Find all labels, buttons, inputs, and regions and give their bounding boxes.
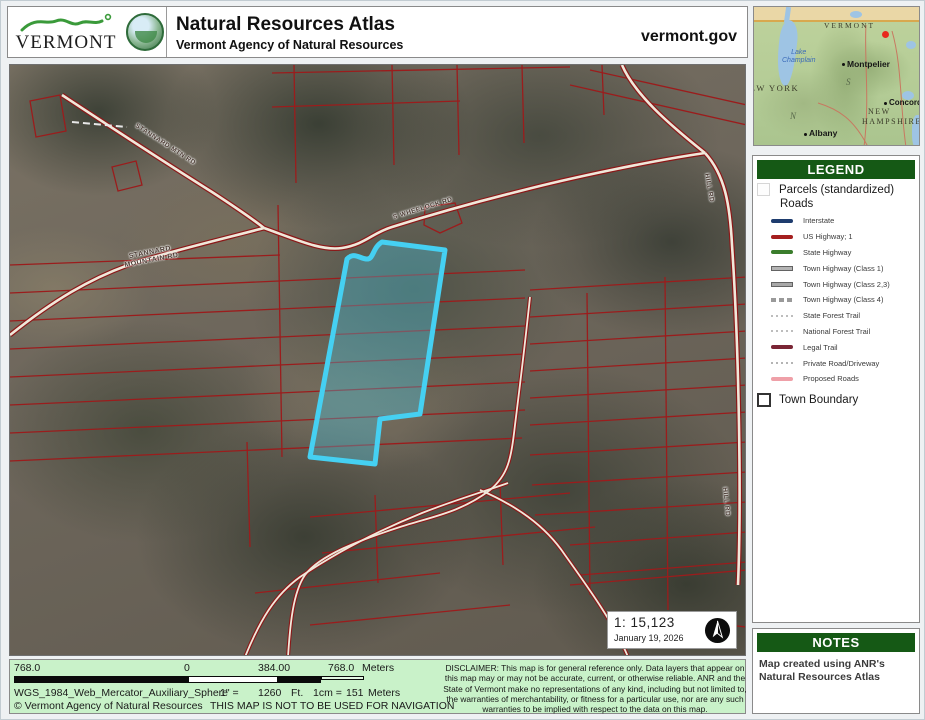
legend-road-item: Legal Trail [753,339,919,355]
green-mountains-icon [20,13,112,32]
inset-vermont-label: VERMONT [824,21,876,30]
scalebar-right-value: 768.0 [328,662,355,674]
legend-title: LEGEND [757,160,915,179]
road-item-label: Proposed Roads [803,374,859,384]
cm-scale-label: 1cm = [313,687,342,699]
concord-dot [884,102,887,105]
town-boundary-label: Town Boundary [779,393,859,406]
inset-lake-champlain-label: Lake Champlain [782,49,816,64]
highlighted-parcel [307,239,448,467]
scalebar-mid-value: 384.00 [258,662,291,674]
notes-title: NOTES [757,633,915,652]
cm-scale-unit: Meters [368,687,401,699]
copyright-label: © Vermont Agency of Natural Resources [14,700,203,712]
albany-dot [804,133,807,136]
legend-road-item: State Forest Trail [753,308,919,324]
inset-montpelier-label: Montpelier [847,59,890,69]
scalebar-segment-3 [278,676,321,683]
legend-road-item: Town Highway (Class 1) [753,260,919,276]
road-item-label: Interstate [803,216,835,226]
page-subtitle: Vermont Agency of Natural Resources [176,38,404,52]
inset-albany-label: Albany [809,128,838,138]
scalebar-segment-4 [321,676,364,680]
mountains-letter: S [846,77,851,87]
header-bar: VERMONT Natural Resources Atlas Vermont … [7,6,748,58]
legend-road-item: Interstate [753,213,919,229]
projection-label: WGS_1984_Web_Mercator_Auxiliary_Sphere [14,687,228,699]
inch-scale-label: 1" = [220,687,239,699]
scale-info-box: 1: 15,123 January 19, 2026 [607,611,737,649]
road-style-swatch [771,330,793,333]
montpelier-dot [842,63,845,66]
anr-globe-logo-icon [126,13,164,51]
north-arrow-icon [704,617,731,644]
legend-road-list: Interstate US Highway; 1 State Highway Town… [753,213,919,387]
roads-group-label: Roads [780,198,814,210]
legend-panel: LEGEND Parcels (standardized) Roads Inte… [752,155,920,623]
inch-scale-value: 1260 [258,687,282,699]
header-divider [166,7,167,57]
vermont-logo-text: VERMONT [15,32,117,53]
navigation-warning: THIS MAP IS NOT TO BE USED FOR NAVIGATIO… [210,700,455,712]
legend-road-item: State Highway [753,245,919,261]
road-item-label: Town Highway (Class 1) [803,263,884,273]
legend-road-item: National Forest Trail [753,324,919,340]
scalebar-segment-2 [188,676,278,683]
footer-bar: 768.0 0 384.00 768.0 Meters WGS_1984_Web… [9,659,747,715]
road-style-swatch [771,314,793,317]
inset-new-york-label: NEW YORK [754,83,800,93]
vermont-logo: VERMONT [14,10,118,56]
legend-road-item: US Highway; 1 [753,229,919,245]
scalebar-zero-value: 0 [184,662,190,674]
legend-road-item: Town Highway (Class 2,3) [753,276,919,292]
notes-body: Map created using ANR's Natural Resource… [759,658,885,684]
inset-concord-label: Concord [889,98,920,107]
inch-scale-unit: Ft. [291,687,304,699]
road-item-label: Legal Trail [803,342,838,352]
road-item-label: Town Highway (Class 2,3) [803,279,890,289]
road-item-label: State Forest Trail [803,311,861,321]
road-style-swatch [771,234,793,239]
page-title: Natural Resources Atlas [176,14,395,35]
map-extent-marker [882,31,889,38]
road-style-swatch [771,362,793,365]
driveway-line [71,121,128,128]
map-canvas: STANNARD MTN RD STANNARD MOUNTAIN RD S WH… [9,64,746,656]
road-style-swatch [771,345,793,350]
road-style-swatch [771,250,793,255]
cm-scale-value: 151 [346,687,364,699]
mountains-letter-2: N [790,111,797,121]
notes-panel: NOTES Map created using ANR's Natural Re… [752,628,920,714]
inset-nh-label-1: NEW [868,107,891,116]
scalebar-left-value: 768.0 [14,662,41,674]
road-style-swatch [771,376,793,381]
locator-inset-map: VERMONT LakeChamplain Montpelier NEW YOR… [753,6,920,146]
road-style-swatch [771,297,793,302]
scalebar-segment-1 [14,676,188,683]
parcels-label: Parcels (standardized) [779,183,895,196]
scalebar-unit: Meters [362,662,395,674]
road-style-swatch [771,281,793,287]
legend-road-item: Town Highway (Class 4) [753,292,919,308]
road-style-swatch [771,265,793,271]
legend-road-item: Private Road/Driveway [753,355,919,371]
town-boundary-swatch [757,392,771,407]
inset-nh-label-2: HAMPSHIRE [862,117,920,126]
legend-road-item: Proposed Roads [753,371,919,387]
disclaimer-text: DISCLAIMER: This map is for general refe… [443,663,747,715]
parcels-swatch [757,183,770,196]
road-style-swatch [771,218,793,223]
road-item-label: US Highway; 1 [803,232,853,242]
road-item-label: State Highway [803,247,852,257]
vermont-gov-link[interactable]: vermont.gov [641,28,737,46]
road-item-label: Town Highway (Class 4) [803,295,884,305]
road-item-label: National Forest Trail [803,326,871,336]
road-item-label: Private Road/Driveway [803,358,880,368]
